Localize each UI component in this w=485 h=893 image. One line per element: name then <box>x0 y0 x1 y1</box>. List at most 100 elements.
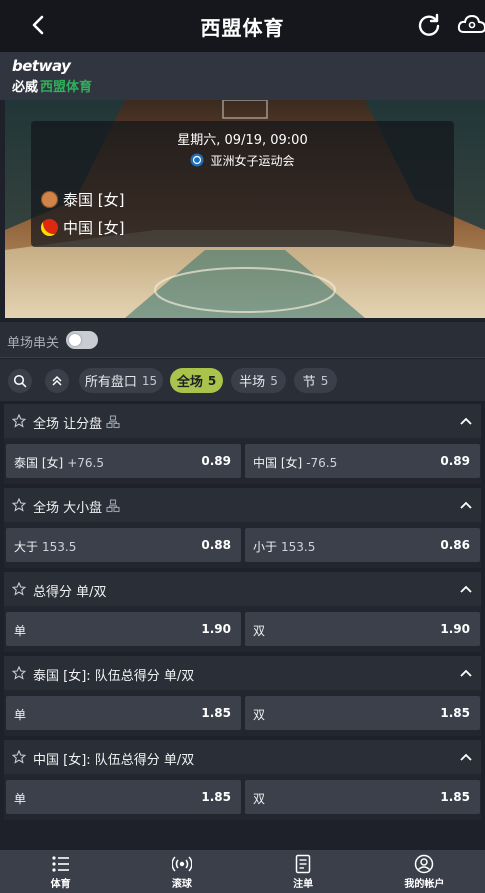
selection-label: 双 <box>253 708 266 722</box>
filter-label: 节 <box>302 375 316 390</box>
sports-list-icon <box>52 856 69 872</box>
selection-label: 双 <box>253 624 266 638</box>
single-match-parlay-row: 单场串关 <box>0 322 485 358</box>
chevron-up-icon[interactable] <box>459 500 473 510</box>
market-title: 中国 [女]: 队伍总得分 单/双 <box>33 753 195 768</box>
selection-label: 单 <box>14 708 27 722</box>
filter-label: 全场 <box>176 375 203 390</box>
filter-count: 5 <box>270 373 278 388</box>
star-favorite-icon[interactable] <box>12 414 26 428</box>
away-team-name: 中国 [女] <box>63 219 125 237</box>
brand-bar: betway 必威 西盟体育 <box>0 52 485 100</box>
event-hero: 星期六, 09/19, 09:00 亚洲女子运动会 泰国 [女] 中国 [女] <box>5 100 485 318</box>
chevron-up-icon[interactable] <box>459 416 473 426</box>
refresh-icon[interactable] <box>416 12 442 38</box>
market-filter-bar: 所有盘口 15 全场 5 半场 5 节5 <box>0 359 485 401</box>
parlay-label: 单场串关 <box>7 336 60 351</box>
nav-label: 我的帐户 <box>404 879 445 890</box>
market-header[interactable]: 全场 让分盘 <box>4 404 481 438</box>
same-game-parlay-icon <box>106 415 120 429</box>
star-favorite-icon[interactable] <box>12 750 26 764</box>
odd-price: 1.85 <box>201 706 231 720</box>
odd-price: 1.85 <box>440 790 470 804</box>
odd-price: 1.85 <box>440 706 470 720</box>
star-favorite-icon[interactable] <box>12 498 26 512</box>
odd-price: 0.89 <box>201 454 231 468</box>
match-datetime: 星期六, 09/19, 09:00 <box>177 133 308 148</box>
selection-label: 单 <box>14 624 27 638</box>
filter-count: 15 <box>141 373 158 388</box>
odd-button[interactable]: 小于 153.5 0.86 <box>245 528 480 562</box>
nav-sports[interactable]: 体育 <box>0 850 121 893</box>
home-team-row: 泰国 [女] <box>41 189 124 210</box>
odd-button[interactable]: 双 1.85 <box>245 696 480 730</box>
market-header[interactable]: 中国 [女]: 队伍总得分 单/双 <box>4 740 481 774</box>
page-title: 西盟体育 <box>200 15 285 40</box>
market-title: 泰国 [女]: 队伍总得分 单/双 <box>33 669 195 684</box>
odd-price: 0.88 <box>201 538 231 552</box>
nav-label: 滚球 <box>171 879 192 890</box>
selection-label: 大于 153.5 <box>14 540 77 554</box>
search-button[interactable] <box>8 369 32 393</box>
filter-count: 5 <box>207 373 217 388</box>
filter-all-markets[interactable]: 所有盘口 15 <box>79 368 163 393</box>
odd-button[interactable]: 大于 153.5 0.88 <box>6 528 241 562</box>
market-header[interactable]: 全场 大小盘 <box>4 488 481 522</box>
selection-label: 双 <box>253 792 266 806</box>
nav-betslip[interactable]: 注单 <box>243 850 364 893</box>
market-header[interactable]: 总得分 单/双 <box>4 572 481 606</box>
cloud-settings-icon[interactable] <box>456 12 485 38</box>
nav-label: 体育 <box>50 879 71 890</box>
same-game-parlay-icon <box>106 499 120 513</box>
filter-full-time[interactable]: 全场 5 <box>170 368 223 393</box>
filter-count: 5 <box>320 373 329 388</box>
star-favorite-icon[interactable] <box>12 582 26 596</box>
filter-quarter[interactable]: 节5 <box>294 368 337 393</box>
odd-button[interactable]: 单 1.85 <box>6 696 241 730</box>
toggle-knob <box>69 334 81 346</box>
chevron-up-icon[interactable] <box>459 752 473 762</box>
match-info-card[interactable]: 星期六, 09/19, 09:00 亚洲女子运动会 泰国 [女] 中国 [女] <box>31 121 454 247</box>
double-chevron-up-icon <box>52 375 62 386</box>
brand-cn-name: 必威 <box>12 80 39 95</box>
home-team-name: 泰国 [女] <box>63 191 125 209</box>
betway-logo-text: betway <box>12 57 71 75</box>
selection-label: 泰国 [女] +76.5 <box>14 456 104 470</box>
collapse-all-button[interactable] <box>45 369 69 393</box>
selection-label: 单 <box>14 792 27 806</box>
app-root: 西盟体育 betway 必威 西盟体育 星期六, 09/19, 09:00 亚洲… <box>0 0 485 893</box>
odd-button[interactable]: 单 1.90 <box>6 612 241 646</box>
china-flag-icon <box>41 219 58 236</box>
filter-half-time[interactable]: 半场 5 <box>231 368 286 393</box>
market-header[interactable]: 泰国 [女]: 队伍总得分 单/双 <box>4 656 481 690</box>
odd-button[interactable]: 泰国 [女] +76.5 0.89 <box>6 444 241 478</box>
odd-price: 0.89 <box>440 454 470 468</box>
bottom-navigation: 体育 滚球 注单 我的帐户 <box>0 850 485 893</box>
odd-button[interactable]: 双 1.85 <box>245 780 480 814</box>
chevron-up-icon[interactable] <box>459 668 473 678</box>
star-favorite-icon[interactable] <box>12 666 26 680</box>
league-name: 亚洲女子运动会 <box>210 154 295 168</box>
filter-label: 所有盘口 <box>84 375 137 390</box>
odd-button[interactable]: 双 1.90 <box>245 612 480 646</box>
live-broadcast-icon <box>171 856 192 872</box>
bet-slip-icon <box>295 854 311 874</box>
league-row: 亚洲女子运动会 <box>31 152 454 169</box>
chevron-up-icon[interactable] <box>459 584 473 594</box>
nav-label: 注单 <box>293 879 314 890</box>
selection-label: 中国 [女] -76.5 <box>253 456 338 470</box>
odd-button[interactable]: 单 1.85 <box>6 780 241 814</box>
parlay-toggle[interactable] <box>66 331 98 349</box>
nav-account[interactable]: 我的帐户 <box>364 850 485 893</box>
filter-label: 半场 <box>239 375 266 390</box>
nav-live[interactable]: 滚球 <box>121 850 242 893</box>
back-arrow-icon[interactable] <box>28 12 50 38</box>
basketball-icon <box>41 191 58 208</box>
away-team-row: 中国 [女] <box>41 217 124 238</box>
odd-price: 1.90 <box>440 622 470 636</box>
odd-button[interactable]: 中国 [女] -76.5 0.89 <box>245 444 480 478</box>
account-icon <box>415 854 434 874</box>
odd-price: 0.86 <box>440 538 470 552</box>
search-icon <box>13 374 27 388</box>
market-title: 全场 大小盘 <box>33 501 103 516</box>
